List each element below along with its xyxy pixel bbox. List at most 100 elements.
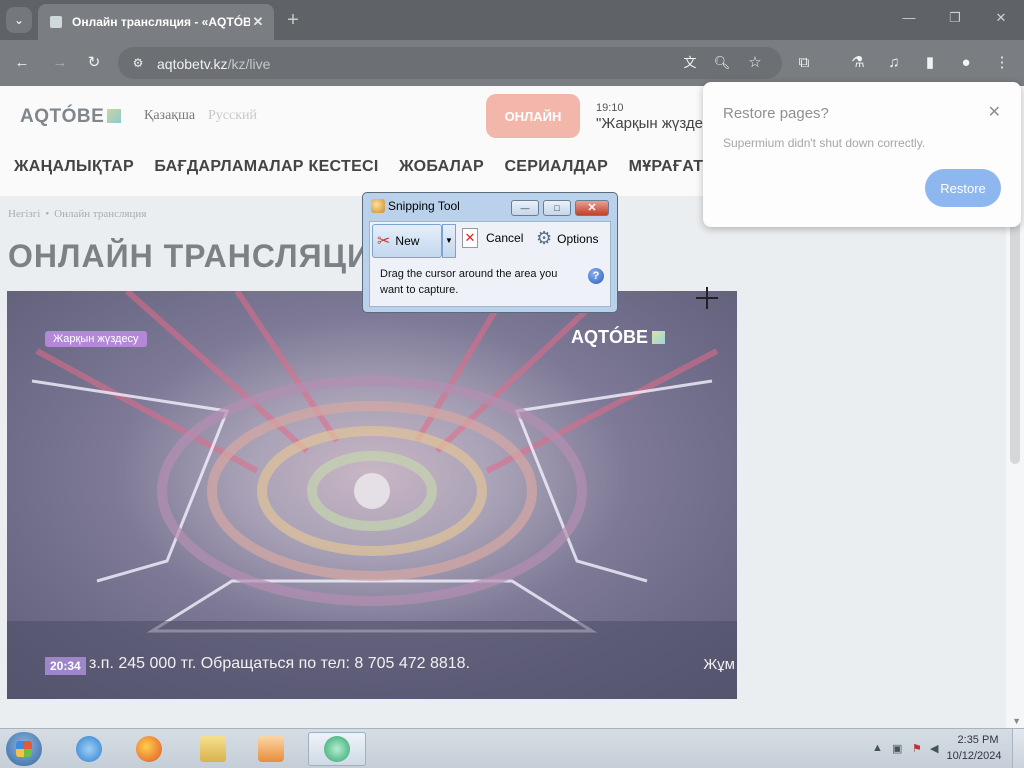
url-host: aqtobetv.kz <box>157 56 228 72</box>
restore-popup-message: Supermium didn't shut down correctly. <box>723 136 926 150</box>
new-tab-button[interactable]: + <box>282 9 304 31</box>
scissors-icon <box>371 199 385 213</box>
forward-icon[interactable]: → <box>50 53 70 73</box>
zoom-icon[interactable]: 🔍︎ <box>712 53 732 73</box>
taskbar-media-player[interactable] <box>246 732 296 766</box>
tab-title: Онлайн трансляция - «AQTÓBE» <box>72 15 250 29</box>
video-logo-text: AQTÓBE <box>570 327 648 347</box>
logo-mark-icon <box>107 109 122 123</box>
gear-icon: ⚙ <box>536 228 553 248</box>
options-button[interactable]: ⚙ Options <box>536 228 599 249</box>
lang-russian-link[interactable]: Русский <box>208 108 257 124</box>
site-logo[interactable]: AQTÓBE <box>20 106 122 128</box>
logo-mark-icon <box>652 331 665 344</box>
restore-pages-popup: Restore pages? ✕ Supermium didn't shut d… <box>703 82 1021 227</box>
scroll-down-icon[interactable]: ▼ <box>1012 716 1021 726</box>
taskbar-firefox[interactable] <box>124 732 174 766</box>
live-button[interactable]: ОНЛАЙН <box>486 94 580 138</box>
site-logo-text: AQTÓBE <box>20 106 105 127</box>
crosshair-cursor-icon <box>696 287 718 309</box>
action-center-icon[interactable]: ⚑ <box>912 742 922 755</box>
snip-mode-dropdown[interactable]: ▼ <box>442 224 456 258</box>
start-button[interactable] <box>6 732 42 766</box>
translate-icon[interactable]: 文 <box>680 53 700 73</box>
favicon-icon <box>50 16 62 28</box>
network-icon[interactable]: ▣ <box>892 742 902 755</box>
reload-icon[interactable]: ↻ <box>84 53 104 73</box>
snipping-tool-icon <box>324 736 350 762</box>
breadcrumb-current: Онлайн трансляция <box>54 208 147 220</box>
windows-logo-icon <box>16 741 32 757</box>
cancel-button[interactable]: ✕ Cancel <box>462 228 523 248</box>
snipping-tool-title[interactable]: Snipping Tool <box>371 199 460 213</box>
internet-explorer-icon <box>76 736 102 762</box>
media-control-icon[interactable]: ♫ <box>884 53 904 73</box>
options-label: Options <box>557 231 599 246</box>
desktop: ⌄ Онлайн трансляция - «AQTÓBE» ✕ + — ❐ ✕… <box>0 0 1024 768</box>
back-icon[interactable]: ← <box>12 53 32 73</box>
browser-tab-bar: ⌄ Онлайн трансляция - «AQTÓBE» ✕ + — ❐ ✕ <box>0 0 1024 40</box>
volume-icon[interactable]: ◀ <box>930 742 938 755</box>
stage-image <box>7 291 737 699</box>
url-text: aqtobetv.kz/kz/live <box>157 56 270 72</box>
taskbar-explorer[interactable] <box>188 732 238 766</box>
close-window-icon[interactable]: ✕ <box>989 10 1013 26</box>
minimize-icon[interactable]: — <box>897 10 921 25</box>
site-info-icon[interactable]: ⚙ <box>128 53 148 73</box>
browser-tab-active[interactable]: Онлайн трансляция - «AQTÓBE» ✕ <box>38 4 274 40</box>
show-desktop-button[interactable] <box>1012 729 1024 768</box>
profile-icon[interactable]: ● <box>956 53 976 73</box>
url-path: /kz/live <box>227 56 271 72</box>
snipping-tool-window: Snipping Tool — □ ✕ ✂ New ▼ ✕ Cancel ⚙ Opti… <box>362 192 618 313</box>
taskbar-snipping-tool[interactable] <box>308 732 366 766</box>
menu-icon[interactable]: ⋮ <box>992 53 1012 73</box>
close-button[interactable]: ✕ <box>575 200 609 216</box>
nav-item-series[interactable]: СЕРИАЛДАР <box>504 158 608 176</box>
breadcrumb-separator: • <box>45 208 50 220</box>
page-title: ОНЛАЙН ТРАНСЛЯЦИЯ <box>8 238 364 274</box>
tab-search-button[interactable]: ⌄ <box>6 7 32 33</box>
minimize-button[interactable]: — <box>511 200 539 216</box>
media-player-icon <box>258 736 284 762</box>
taskbar-ie[interactable] <box>64 732 114 766</box>
video-show-badge: Жарқын жүздесу <box>45 331 147 347</box>
tray-expand-icon[interactable]: ▲ <box>872 742 883 754</box>
nav-item-archive[interactable]: МҰРАҒАТ <box>629 158 704 176</box>
labs-icon[interactable]: ⚗ <box>848 53 868 73</box>
snipping-instructions: Drag the cursor around the area you want… <box>380 268 558 296</box>
clock-time[interactable]: 2:35 PM <box>952 734 1004 746</box>
cancel-label: Cancel <box>486 231 524 245</box>
nav-item-news[interactable]: ЖАҢАЛЫҚТАР <box>14 158 134 176</box>
new-snip-button[interactable]: ✂ New <box>372 224 442 258</box>
main-nav: ЖАҢАЛЫҚТАР БАҒДАРЛАМАЛАР КЕСТЕСІ ЖОБАЛАР… <box>14 158 719 176</box>
restore-window-icon[interactable]: ❐ <box>943 10 967 26</box>
help-icon[interactable]: ? <box>588 268 604 284</box>
lang-kazakh-link[interactable]: Қазақша <box>144 108 195 124</box>
video-clock: 20:34 <box>45 657 86 675</box>
extensions-icon[interactable]: ⧉ <box>794 53 814 73</box>
side-panel-icon[interactable]: ▮ <box>920 53 940 73</box>
new-snip-label: New <box>395 234 420 248</box>
video-channel-logo: AQTÓBE <box>571 327 665 348</box>
nav-item-schedule[interactable]: БАҒДАРЛАМАЛАР КЕСТЕСІ <box>154 158 378 176</box>
video-ticker: з.п. 245 000 тг. Обращаться по тел: 8 70… <box>89 655 471 672</box>
taskbar: ▲ ▣ ⚑ ◀ 2:35 PM 10/12/2024 <box>0 728 1024 768</box>
snip-new-icon: ✂ <box>377 233 391 250</box>
breadcrumb: Негізгі • Онлайн трансляция <box>8 208 146 220</box>
maximize-button[interactable]: □ <box>543 200 571 216</box>
folder-icon <box>200 736 226 762</box>
nav-item-projects[interactable]: ЖОБАЛАР <box>399 158 484 176</box>
video-ticker-right: Жұм <box>703 656 735 673</box>
breadcrumb-home[interactable]: Негізгі <box>8 208 40 220</box>
firefox-icon <box>136 736 162 762</box>
clock-date[interactable]: 10/12/2024 <box>944 750 1004 762</box>
chevron-down-icon: ⌄ <box>13 13 25 27</box>
video-player[interactable]: Жарқын жүздесу AQTÓBE 20:34 з.п. 245 000… <box>7 291 737 699</box>
program-time: 19:10 <box>596 102 624 114</box>
snipping-tool-title-text: Snipping Tool <box>388 199 460 213</box>
bookmark-star-icon[interactable]: ☆ <box>745 53 765 73</box>
snipping-tool-body: ✂ New ▼ ✕ Cancel ⚙ Options Drag the cursor … <box>369 221 611 307</box>
close-icon[interactable]: ✕ <box>988 102 1001 122</box>
tab-close-icon[interactable]: ✕ <box>250 14 266 30</box>
restore-button[interactable]: Restore <box>925 169 1001 207</box>
